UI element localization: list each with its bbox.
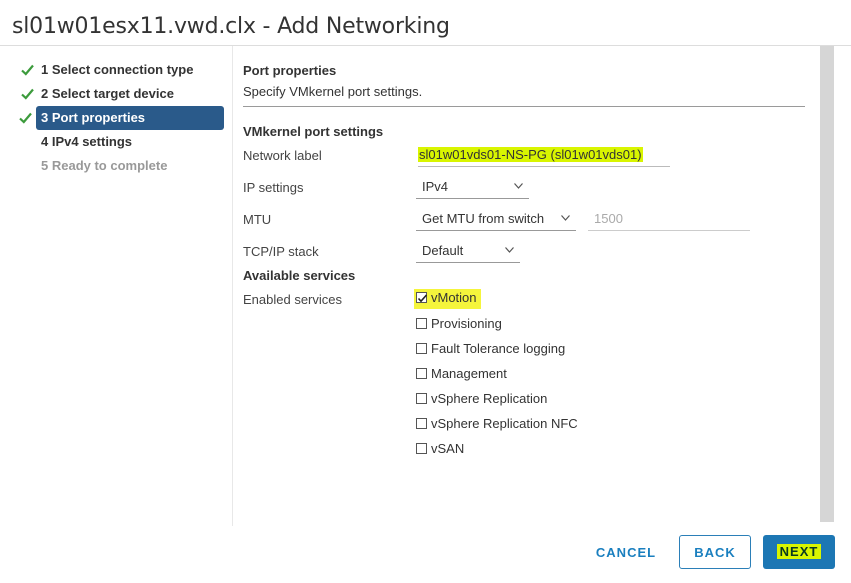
service-label: Fault Tolerance logging bbox=[431, 341, 566, 356]
chevron-down-icon bbox=[505, 247, 514, 253]
enabled-services-label: Enabled services bbox=[243, 292, 342, 307]
scrollbar[interactable] bbox=[820, 46, 834, 522]
ip-settings-value: IPv4 bbox=[422, 179, 449, 194]
service-label: vSphere Replication NFC bbox=[431, 416, 578, 431]
tcpip-stack-label: TCP/IP stack bbox=[243, 244, 319, 259]
ip-settings-select[interactable]: IPv4 bbox=[416, 177, 529, 199]
cancel-button[interactable]: CANCEL bbox=[583, 536, 669, 570]
checkbox[interactable] bbox=[416, 443, 427, 454]
page-title: Port properties bbox=[243, 63, 337, 78]
port-properties-panel: Port properties Specify VMkernel port se… bbox=[243, 0, 813, 530]
checkbox[interactable] bbox=[416, 343, 427, 354]
header-divider bbox=[243, 106, 805, 107]
page-description: Specify VMkernel port settings. bbox=[243, 84, 423, 99]
service-vmotion[interactable]: vMotion bbox=[414, 289, 481, 309]
mtu-label: MTU bbox=[243, 212, 272, 227]
next-button[interactable]: NEXT bbox=[763, 535, 835, 569]
checkbox[interactable] bbox=[416, 292, 428, 303]
service-label: vMotion bbox=[431, 290, 477, 305]
step-label: 1 Select connection type bbox=[41, 62, 194, 77]
service-vsphere-replication[interactable]: vSphere Replication bbox=[416, 390, 547, 410]
chevron-down-icon bbox=[514, 183, 523, 189]
chevron-down-icon bbox=[561, 215, 570, 221]
step-ready-to-complete: 5 Ready to complete bbox=[18, 154, 226, 178]
step-label: 2 Select target device bbox=[41, 86, 174, 101]
mtu-select[interactable]: Get MTU from switch bbox=[416, 209, 576, 231]
step-select-target-device[interactable]: 2 Select target device bbox=[18, 82, 226, 106]
checkbox[interactable] bbox=[416, 368, 427, 379]
service-label: vSAN bbox=[431, 441, 465, 456]
step-label: 5 Ready to complete bbox=[41, 158, 168, 173]
service-label: vSphere Replication bbox=[431, 391, 548, 406]
step-label: 4 IPv4 settings bbox=[41, 134, 133, 149]
mtu-select-value: Get MTU from switch bbox=[422, 211, 545, 226]
ip-settings-label: IP settings bbox=[243, 180, 304, 195]
service-management[interactable]: Management bbox=[416, 365, 507, 385]
checkmark-icon bbox=[417, 294, 428, 303]
sidebar-divider bbox=[232, 46, 233, 526]
step-label: 3 Port properties bbox=[41, 110, 146, 125]
network-label-field[interactable]: sl01w01vds01-NS-PG (sl01w01vds01) bbox=[418, 145, 670, 167]
service-vsphere-replication-nfc[interactable]: vSphere Replication NFC bbox=[416, 415, 578, 435]
tcpip-stack-value: Default bbox=[422, 243, 464, 258]
service-provisioning[interactable]: Provisioning bbox=[416, 315, 502, 335]
vmkernel-section-title: VMkernel port settings bbox=[243, 124, 384, 139]
network-label-value: sl01w01vds01-NS-PG (sl01w01vds01) bbox=[418, 147, 643, 162]
checkmark-icon bbox=[21, 88, 34, 100]
checkmark-icon bbox=[21, 64, 34, 76]
step-port-properties[interactable]: 3 Port properties bbox=[19, 106, 224, 130]
wizard-steps: 1 Select connection type 2 Select target… bbox=[18, 58, 226, 178]
step-select-connection-type[interactable]: 1 Select connection type bbox=[18, 58, 226, 82]
checkbox[interactable] bbox=[416, 393, 427, 404]
service-label: Provisioning bbox=[431, 316, 502, 331]
checkbox[interactable] bbox=[416, 318, 427, 329]
next-button-label: NEXT bbox=[776, 544, 822, 559]
mtu-input[interactable]: 1500 bbox=[588, 209, 750, 231]
available-services-title: Available services bbox=[243, 268, 356, 283]
tcpip-stack-select[interactable]: Default bbox=[416, 241, 520, 263]
checkbox[interactable] bbox=[416, 418, 427, 429]
network-label-label: Network label bbox=[243, 148, 322, 163]
step-ipv4-settings[interactable]: 4 IPv4 settings bbox=[18, 130, 226, 154]
service-fault-tolerance-logging[interactable]: Fault Tolerance logging bbox=[416, 340, 565, 360]
service-label: Management bbox=[431, 366, 507, 381]
service-vsan[interactable]: vSAN bbox=[416, 440, 464, 460]
checkmark-icon bbox=[19, 112, 32, 124]
back-button[interactable]: BACK bbox=[679, 535, 751, 569]
